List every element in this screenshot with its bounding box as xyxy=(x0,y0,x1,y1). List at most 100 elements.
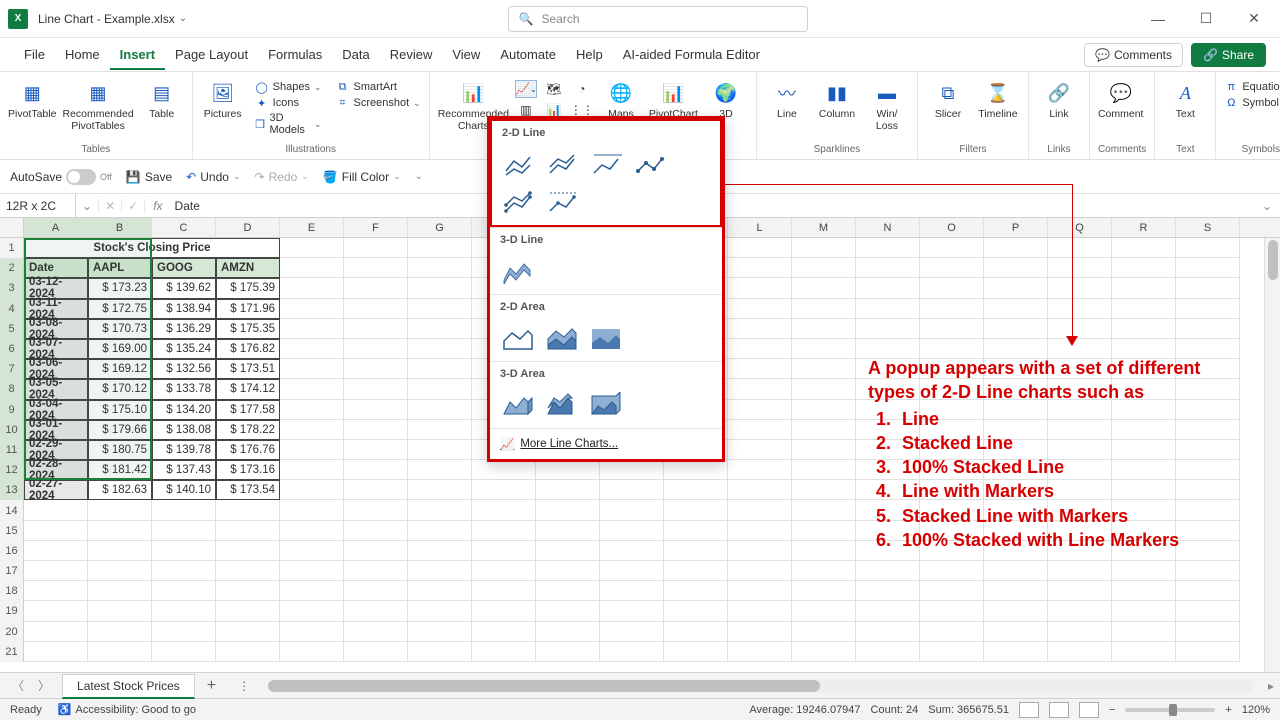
cell[interactable] xyxy=(664,521,728,541)
cell[interactable] xyxy=(1048,278,1112,298)
column-header[interactable]: A xyxy=(24,218,88,237)
row-header[interactable]: 15 xyxy=(0,521,24,541)
row-header[interactable]: 6 xyxy=(0,339,24,359)
cell[interactable] xyxy=(792,521,856,541)
cell[interactable]: 03-11-2024 xyxy=(24,299,88,319)
cell[interactable] xyxy=(728,278,792,298)
cell[interactable] xyxy=(408,359,472,379)
add-sheet-button[interactable]: + xyxy=(195,677,228,695)
cell[interactable]: $ 175.35 xyxy=(216,319,280,339)
cell[interactable] xyxy=(344,319,408,339)
icons-button[interactable]: ✦Icons xyxy=(255,96,322,110)
cell[interactable] xyxy=(792,339,856,359)
zoom-in-button[interactable]: + xyxy=(1225,704,1231,716)
fx-icon[interactable]: fx xyxy=(145,199,170,213)
cell[interactable] xyxy=(536,480,600,500)
cell[interactable] xyxy=(1176,581,1240,601)
cell[interactable] xyxy=(728,642,792,662)
horizontal-scrollbar[interactable] xyxy=(268,680,1254,692)
cell[interactable] xyxy=(1176,238,1240,258)
cell[interactable]: $ 140.10 xyxy=(152,480,216,500)
cell[interactable] xyxy=(152,601,216,621)
column-header[interactable]: N xyxy=(856,218,920,237)
cell[interactable] xyxy=(280,359,344,379)
cell[interactable]: Stock's Closing Price xyxy=(24,238,280,258)
cell[interactable]: $ 173.23 xyxy=(88,278,152,298)
cell[interactable] xyxy=(280,642,344,662)
cell[interactable] xyxy=(792,601,856,621)
cell[interactable] xyxy=(728,541,792,561)
cell[interactable] xyxy=(88,561,152,581)
cell[interactable]: 03-05-2024 xyxy=(24,379,88,399)
tab-file[interactable]: File xyxy=(14,41,55,68)
cell[interactable] xyxy=(152,561,216,581)
cell[interactable] xyxy=(344,400,408,420)
3d-stacked-area-chart-option[interactable] xyxy=(544,390,580,420)
cell[interactable] xyxy=(152,521,216,541)
cell[interactable]: $ 172.75 xyxy=(88,299,152,319)
cell[interactable] xyxy=(472,581,536,601)
vertical-scrollbar[interactable] xyxy=(1264,238,1280,672)
column-header[interactable]: E xyxy=(280,218,344,237)
cell[interactable] xyxy=(984,299,1048,319)
cell[interactable] xyxy=(216,541,280,561)
cell[interactable] xyxy=(728,480,792,500)
cell[interactable]: $ 136.29 xyxy=(152,319,216,339)
cell[interactable] xyxy=(408,521,472,541)
cell[interactable] xyxy=(280,561,344,581)
cell[interactable] xyxy=(280,622,344,642)
cell[interactable] xyxy=(728,339,792,359)
cell[interactable] xyxy=(728,359,792,379)
search-input[interactable]: 🔍 Search xyxy=(508,6,808,32)
cell[interactable]: $ 170.12 xyxy=(88,379,152,399)
autosave-toggle[interactable]: AutoSave Off xyxy=(10,169,112,185)
cell[interactable]: $ 176.82 xyxy=(216,339,280,359)
cell[interactable] xyxy=(152,500,216,520)
maps-button[interactable]: 🌐Maps xyxy=(599,80,643,120)
cell[interactable]: $ 174.12 xyxy=(216,379,280,399)
more-line-charts-link[interactable]: 📈More Line Charts... xyxy=(490,428,722,459)
row-header[interactable]: 8 xyxy=(0,379,24,399)
row-header[interactable]: 14 xyxy=(0,500,24,520)
cell[interactable] xyxy=(600,642,664,662)
cell[interactable] xyxy=(856,581,920,601)
cell[interactable] xyxy=(600,460,664,480)
cell[interactable] xyxy=(280,500,344,520)
column-header[interactable]: F xyxy=(344,218,408,237)
cell[interactable] xyxy=(984,601,1048,621)
cell[interactable] xyxy=(792,400,856,420)
fill-color-button[interactable]: 🪣Fill Color ⌄ xyxy=(323,170,401,184)
cell[interactable]: $ 134.20 xyxy=(152,400,216,420)
cell[interactable] xyxy=(600,500,664,520)
cell[interactable] xyxy=(728,299,792,319)
cell[interactable] xyxy=(280,521,344,541)
cell[interactable] xyxy=(280,339,344,359)
row-header[interactable]: 20 xyxy=(0,622,24,642)
zoom-slider[interactable] xyxy=(1125,708,1215,712)
line-chart-option[interactable] xyxy=(502,149,538,179)
row-header[interactable]: 4 xyxy=(0,299,24,319)
cell[interactable]: $ 169.00 xyxy=(88,339,152,359)
cell[interactable] xyxy=(792,299,856,319)
cell[interactable] xyxy=(792,500,856,520)
cell[interactable] xyxy=(88,581,152,601)
cell[interactable] xyxy=(408,299,472,319)
column-header[interactable]: S xyxy=(1176,218,1240,237)
row-header[interactable]: 13 xyxy=(0,480,24,500)
cell[interactable] xyxy=(344,379,408,399)
chevron-down-icon[interactable]: ⌄ xyxy=(415,171,423,182)
row-header[interactable]: 3 xyxy=(0,278,24,298)
cancel-icon[interactable]: ✕ xyxy=(99,199,122,213)
cell[interactable] xyxy=(472,601,536,621)
cell[interactable] xyxy=(792,561,856,581)
name-box[interactable]: 12R x 2C xyxy=(0,194,76,217)
cell[interactable] xyxy=(920,601,984,621)
cell[interactable] xyxy=(984,561,1048,581)
cell[interactable] xyxy=(728,500,792,520)
tab-review[interactable]: Review xyxy=(380,41,443,68)
cell[interactable] xyxy=(1048,642,1112,662)
cell[interactable] xyxy=(344,440,408,460)
cell[interactable]: $ 169.12 xyxy=(88,359,152,379)
cell[interactable] xyxy=(408,541,472,561)
cell[interactable] xyxy=(600,561,664,581)
